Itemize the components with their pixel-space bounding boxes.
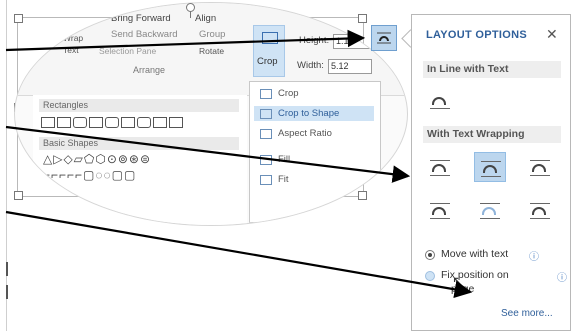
info-icon[interactable]: ⓘ <box>529 248 539 263</box>
square-wrap-icon <box>432 164 446 172</box>
crop-to-shape-menu-item[interactable]: Crop to Shape <box>254 106 374 121</box>
text-line-icon <box>430 160 450 161</box>
move-with-text-radio[interactable] <box>425 250 435 260</box>
rectangle-shape[interactable] <box>57 117 71 128</box>
rounded-rectangle-shape[interactable] <box>105 117 119 128</box>
info-icon[interactable]: ⓘ <box>557 269 567 284</box>
basic-shapes-row[interactable]: △▷◇▱⬠⬡⊙⊚⊛⊜ <box>43 152 151 166</box>
rounded-rectangle-shape[interactable] <box>137 117 151 128</box>
close-icon[interactable]: ✕ <box>546 26 558 43</box>
text-line-icon <box>481 161 501 162</box>
margin-marker <box>6 262 8 276</box>
margin-marker <box>6 285 8 299</box>
behind-text-option[interactable] <box>474 195 506 225</box>
aspect-ratio-menu-item[interactable]: Aspect Ratio <box>254 126 374 141</box>
text-line-icon <box>430 175 450 176</box>
with-text-wrapping-section-header: With Text Wrapping <box>423 126 561 143</box>
screenshot-stage: Bring Forward Align Send Backward Group … <box>0 0 573 331</box>
panel-title: LAYOUT OPTIONS <box>426 29 527 41</box>
rectangle-shape[interactable] <box>169 117 183 128</box>
text-line-icon <box>480 218 500 219</box>
fill-menu-item[interactable]: Fill <box>254 152 374 167</box>
text-line-icon <box>530 175 550 176</box>
crop-menu-item-label: Crop to Shape <box>278 108 340 119</box>
behind-text-icon <box>482 207 496 215</box>
width-field[interactable]: 5.12 <box>328 59 372 74</box>
wrap-text-label-line2: Text <box>63 45 79 55</box>
in-front-of-text-icon <box>532 207 546 215</box>
wrap-text-label-line1: Wrap <box>63 33 84 43</box>
bring-forward-label: Bring Forward <box>111 13 171 24</box>
align-label: Align <box>195 13 217 24</box>
resize-handle[interactable] <box>14 191 23 200</box>
crop-button-label: Crop <box>257 56 278 67</box>
arrange-group-label: Arrange <box>133 65 166 75</box>
in-front-of-text-option[interactable] <box>524 195 556 225</box>
rectangles-section-header: Rectangles <box>39 99 239 112</box>
text-line-icon <box>430 218 450 219</box>
rectangle-shape[interactable] <box>121 117 135 128</box>
send-backward-label: Send Backward <box>111 29 178 40</box>
text-line-icon <box>481 176 501 177</box>
group-label: Group <box>199 29 226 40</box>
crop-button[interactable]: Crop <box>253 25 285 77</box>
through-wrap-option[interactable] <box>524 152 556 182</box>
tight-wrap-icon <box>483 165 497 173</box>
layout-options-button[interactable] <box>371 25 397 51</box>
crop-icon <box>260 89 272 99</box>
rotation-handle[interactable] <box>186 3 195 12</box>
text-line-icon <box>430 203 450 204</box>
crop-menu-item-label: Crop <box>278 88 299 99</box>
basic-shapes-section-header: Basic Shapes <box>39 137 239 150</box>
top-bottom-wrap-icon <box>432 207 446 215</box>
crop-menu-item[interactable]: Crop <box>254 86 374 101</box>
text-line-icon <box>530 218 550 219</box>
rounded-rectangle-shape[interactable] <box>73 117 87 128</box>
rotate-label: Rotate <box>199 46 225 56</box>
height-field[interactable]: 1.1 <box>333 34 375 49</box>
fit-icon <box>260 175 272 185</box>
crop-dropdown-menu: Crop Crop to Shape Aspect Ratio Fill Fit <box>249 81 381 223</box>
layout-options-icon <box>377 32 391 44</box>
crop-menu-item-label: Aspect Ratio <box>278 128 332 139</box>
crop-icon <box>262 32 278 44</box>
crop-menu-item-label: Fill <box>278 154 291 165</box>
aspect-ratio-icon <box>260 129 272 139</box>
basic-shapes-row[interactable]: ⌐⌐⌐⌐⌐▢◌◌▢▢ <box>43 168 136 182</box>
text-line-icon <box>480 203 500 204</box>
cropped-ellipse-picture: Bring Forward Align Send Backward Group … <box>14 2 408 226</box>
fit-menu-item[interactable]: Fit <box>254 172 374 187</box>
height-label: Height: <box>299 35 330 46</box>
shapes-gallery: Rectangles Basic Shapes △▷◇▱⬠⬡⊙⊚⊛⊜ ⌐⌐⌐⌐⌐… <box>33 95 247 225</box>
text-line-icon <box>430 108 450 109</box>
selection-pane-label: Selection Pane <box>99 46 157 56</box>
rectangle-shape[interactable] <box>153 117 167 128</box>
document-page-edge <box>6 0 7 331</box>
rectangle-shape[interactable] <box>89 117 103 128</box>
text-line-icon <box>530 203 550 204</box>
layout-options-panel: LAYOUT OPTIONS ✕ In Line with Text With … <box>411 14 571 331</box>
inline-layout-icon <box>432 97 446 105</box>
text-line-icon <box>530 160 550 161</box>
move-with-text-label[interactable]: Move with text <box>441 248 508 260</box>
mouse-pointer-icon: ↖ <box>452 273 464 289</box>
width-label: Width: <box>297 60 324 71</box>
rectangle-shape[interactable] <box>41 117 55 128</box>
square-wrap-option[interactable] <box>424 152 456 182</box>
tight-wrap-option[interactable] <box>474 152 506 182</box>
in-line-with-text-option[interactable] <box>424 85 456 115</box>
fix-position-radio[interactable] <box>425 271 435 281</box>
through-wrap-icon <box>532 164 546 172</box>
crop-menu-item-label: Fit <box>278 174 289 185</box>
in-line-section-header: In Line with Text <box>423 61 561 78</box>
shape-icon <box>260 109 272 119</box>
fill-icon <box>260 155 272 165</box>
see-more-link[interactable]: See more... <box>501 308 553 319</box>
top-and-bottom-wrap-option[interactable] <box>424 195 456 225</box>
